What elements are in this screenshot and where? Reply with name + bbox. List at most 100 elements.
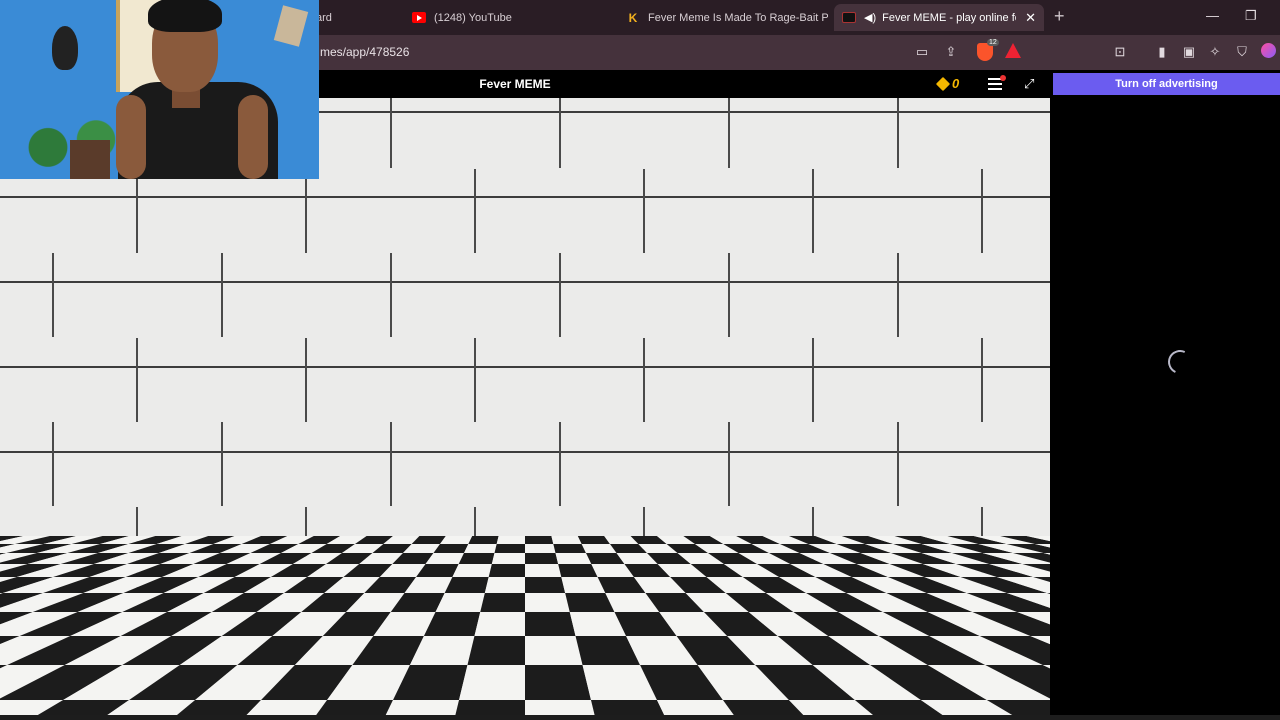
tab-dashboard[interactable]: ard [316, 4, 396, 31]
webcam-hanging-cap [52, 26, 78, 70]
brick-joint [52, 422, 54, 506]
brick-joint [728, 98, 730, 168]
tab-label: Fever Meme Is Made To Rage-Bait Pe [648, 11, 828, 24]
brick-joint [812, 168, 814, 253]
checkered-floor [0, 536, 1050, 715]
speaker-icon[interactable]: ◀) [864, 11, 876, 24]
tab-label: Fever MEME - play online for [882, 11, 1017, 24]
bottom-strip [0, 715, 1280, 720]
webcam-person-arm [116, 95, 146, 179]
floor-tile [488, 564, 525, 577]
floor-tile [525, 612, 576, 636]
game-title: Fever MEME [479, 77, 551, 91]
webcam-picture-frame [273, 5, 309, 47]
webcam-shelf [70, 140, 110, 179]
floor-tile [463, 544, 497, 553]
floor-tile [553, 544, 587, 553]
brick-joint [305, 337, 307, 422]
floor-tile [458, 553, 495, 564]
brick-joint [643, 337, 645, 422]
game-canvas[interactable] [0, 98, 1050, 715]
brick-joint [981, 168, 983, 253]
brick-joint [559, 253, 561, 337]
tab-article[interactable]: K Fever Meme Is Made To Rage-Bait Pe [620, 4, 828, 31]
floor-tile [558, 564, 598, 577]
brick-joint [728, 422, 730, 506]
brick-joint [221, 422, 223, 506]
floor-tile [455, 700, 525, 715]
floor-tile [496, 536, 525, 544]
floor-tile [525, 593, 570, 612]
floor-tile [525, 636, 583, 665]
coin-count: 0 [952, 76, 960, 91]
floor-tile [525, 536, 554, 544]
brick-joint [897, 253, 899, 337]
fullscreen-icon[interactable]: ⤢ [1024, 77, 1038, 91]
floor-tile [494, 544, 525, 553]
tab-youtube[interactable]: (1248) YouTube [404, 4, 614, 31]
floor-tile [444, 577, 489, 593]
floor-tile [525, 665, 591, 700]
wallet-icon[interactable]: ▣ [1180, 43, 1198, 61]
brick-joint [728, 253, 730, 337]
floor-tile [525, 544, 556, 553]
floor-tile [525, 553, 559, 564]
tab-label: (1248) YouTube [434, 11, 512, 24]
turn-off-advertising-button[interactable]: Turn off advertising [1053, 73, 1280, 95]
floor-tile [474, 612, 525, 636]
shields-count-badge: 12 [987, 39, 999, 46]
reader-mode-icon[interactable]: ⊡ [1111, 43, 1129, 61]
brick-joint [52, 253, 54, 337]
url-text: mes/app/478526 [320, 45, 410, 59]
brick-joint [221, 253, 223, 337]
new-tab-button[interactable]: + [1054, 6, 1065, 27]
ad-panel: Turn off advertising [1050, 70, 1280, 715]
brick-joint [474, 337, 476, 422]
close-tab-icon[interactable]: ✕ [1025, 10, 1036, 26]
share-icon[interactable]: ⇪ [942, 43, 960, 61]
brick-joint [136, 168, 138, 253]
game-favicon-icon [842, 12, 856, 23]
coin-counter: 0 [935, 76, 960, 91]
floor-tile [555, 553, 592, 564]
restore-icon[interactable]: ❐ [1245, 8, 1257, 24]
brick-joint [643, 168, 645, 253]
extension-icon[interactable] [1261, 43, 1276, 58]
vpn-icon[interactable]: ⛉ [1233, 43, 1251, 61]
youtube-icon [412, 12, 426, 23]
webcam-person-arm [238, 95, 268, 179]
floor-tile [484, 577, 525, 593]
brick-joint [474, 168, 476, 253]
loading-spinner-icon [1164, 346, 1196, 378]
floor-tile [467, 636, 525, 665]
webcam-overlay [0, 0, 319, 179]
minimize-icon[interactable]: — [1206, 8, 1219, 23]
tk-icon: K [628, 10, 638, 25]
floor-tile [525, 700, 595, 715]
floor-tile [491, 553, 525, 564]
floor-tile [525, 577, 566, 593]
tab-fever-meme[interactable]: ◀) Fever MEME - play online for ✕ [834, 4, 1044, 31]
floor-tile [468, 536, 499, 544]
brick-joint [305, 168, 307, 253]
brick-joint [559, 422, 561, 506]
brick-joint [390, 422, 392, 506]
floor-tile [480, 593, 525, 612]
webcam-person-hair [148, 0, 222, 32]
brick-joint [136, 337, 138, 422]
notification-dot [1000, 75, 1006, 81]
brick-joint [897, 98, 899, 168]
brick-joint [812, 337, 814, 422]
sidebar-icon[interactable]: ▮ [1153, 43, 1171, 61]
floor-tile [459, 665, 525, 700]
floor-tile [525, 564, 562, 577]
cast-icon[interactable]: ▭ [913, 43, 931, 61]
leo-ai-icon[interactable]: ✧ [1206, 43, 1224, 61]
brick-joint [390, 253, 392, 337]
brave-rewards-icon[interactable] [1005, 43, 1021, 58]
floor-tile [561, 577, 606, 593]
brick-joint [390, 98, 392, 168]
coin-icon [935, 76, 951, 91]
floor-tile [452, 564, 492, 577]
brick-joint [981, 337, 983, 422]
